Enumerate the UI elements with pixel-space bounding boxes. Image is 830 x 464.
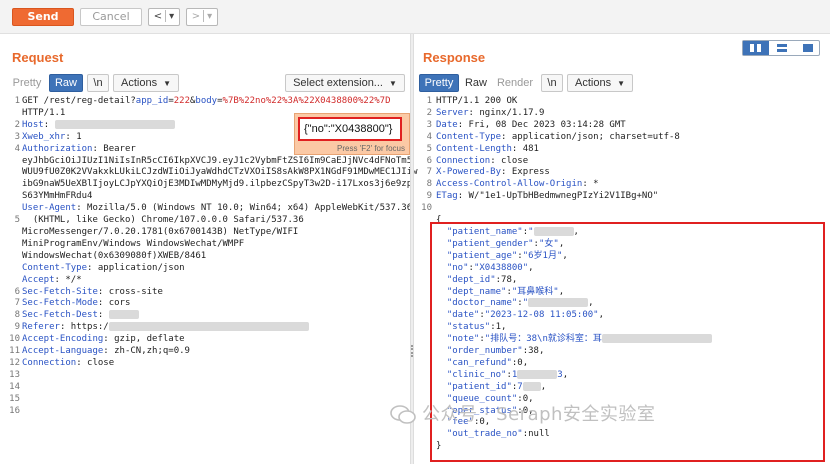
send-button[interactable]: Send	[12, 8, 74, 26]
select-extension-dropdown[interactable]: Select extension... ▼	[285, 74, 405, 92]
select-extension-label: Select extension...	[293, 77, 383, 89]
line-number	[0, 191, 20, 203]
back-button[interactable]: < ▾	[148, 8, 180, 26]
line-number: 15	[9, 393, 20, 404]
line-number: 5	[14, 215, 20, 226]
splitter-handle-icon[interactable]	[411, 345, 413, 357]
back-label: <	[153, 11, 163, 22]
request-newline-toggle[interactable]: \n	[87, 74, 109, 92]
line-number	[0, 263, 20, 275]
response-newline-toggle[interactable]: \n	[541, 74, 563, 92]
line-number: 12	[9, 357, 20, 368]
line-number	[0, 179, 20, 191]
wechat-icon	[390, 405, 416, 424]
chevron-down-icon: ▼	[617, 79, 625, 88]
line-number: 9	[14, 322, 20, 333]
line-number: 1	[426, 96, 432, 106]
decoded-param-highlight: {"no":"X0438800"}	[298, 117, 402, 141]
line-number: 10	[9, 334, 20, 345]
top-toolbar: Send Cancel < ▾ > ▾	[0, 0, 830, 34]
line-number: 14	[9, 381, 20, 392]
response-tab-pretty[interactable]: Pretty	[419, 74, 459, 92]
request-toolbar: Pretty Raw \n Actions ▼ Select extension.…	[8, 74, 408, 92]
split-horizontal-icon[interactable]	[743, 41, 769, 55]
line-number	[0, 156, 20, 168]
line-number	[0, 227, 20, 239]
request-tab-raw[interactable]: Raw	[49, 74, 83, 92]
line-number: 4	[426, 131, 432, 142]
request-actions-menu[interactable]: Actions ▼	[113, 74, 179, 92]
line-number	[0, 167, 20, 179]
response-tab-render[interactable]: Render	[493, 74, 537, 92]
line-number: 8	[14, 310, 20, 321]
line-number: 5	[426, 143, 432, 154]
layout-toggle	[742, 40, 820, 56]
line-number: 16	[9, 405, 20, 416]
line-number: 1	[14, 96, 20, 106]
line-number: 2	[426, 107, 432, 118]
line-number: 6	[14, 286, 20, 297]
response-actions-label: Actions	[575, 77, 612, 89]
line-number: 2	[14, 119, 20, 130]
chevron-down-icon: ▼	[163, 79, 171, 88]
line-number: 4	[14, 143, 20, 154]
line-number: 7	[14, 298, 20, 309]
line-number	[0, 239, 20, 251]
line-number: 3	[14, 131, 20, 142]
response-tab-raw[interactable]: Raw	[462, 74, 490, 92]
line-number: 7	[426, 167, 432, 178]
line-number	[0, 108, 20, 120]
split-vertical-icon[interactable]	[769, 41, 795, 55]
cancel-button[interactable]: Cancel	[80, 8, 142, 26]
line-number	[0, 275, 20, 287]
chevron-down-icon: ▼	[388, 79, 397, 88]
watermark: 公众号 · Seraph安全实验室	[390, 400, 655, 426]
tooltip-hint: Press 'F2' for focus	[337, 144, 405, 153]
request-tab-pretty[interactable]: Pretty	[8, 74, 46, 92]
line-number	[0, 203, 20, 215]
request-title: Request	[12, 50, 64, 65]
response-title: Response	[423, 50, 486, 65]
request-line-numbers: 1 234 5 6 7 8 9 10 11 12 13 14 15 16	[0, 96, 20, 417]
forward-button[interactable]: > ▾	[186, 8, 218, 26]
line-number: 8	[426, 179, 432, 190]
single-pane-icon[interactable]	[795, 41, 821, 55]
line-number: 9	[426, 191, 432, 202]
line-number: 11	[9, 346, 20, 357]
line-number: 13	[9, 369, 20, 380]
response-toolbar: Pretty Raw Render \n Actions ▼	[419, 74, 819, 92]
forward-label: >	[191, 11, 201, 22]
line-number	[0, 251, 20, 263]
line-number: 10	[421, 203, 432, 214]
line-number: 6	[426, 155, 432, 166]
response-body-highlight	[430, 222, 825, 462]
response-actions-menu[interactable]: Actions ▼	[567, 74, 633, 92]
line-number: 3	[426, 119, 432, 130]
request-actions-label: Actions	[121, 77, 158, 89]
forward-menu-icon[interactable]: ▾	[207, 11, 212, 22]
back-menu-icon[interactable]: ▾	[169, 11, 174, 22]
watermark-text: 公众号 · Seraph安全实验室	[422, 404, 656, 425]
